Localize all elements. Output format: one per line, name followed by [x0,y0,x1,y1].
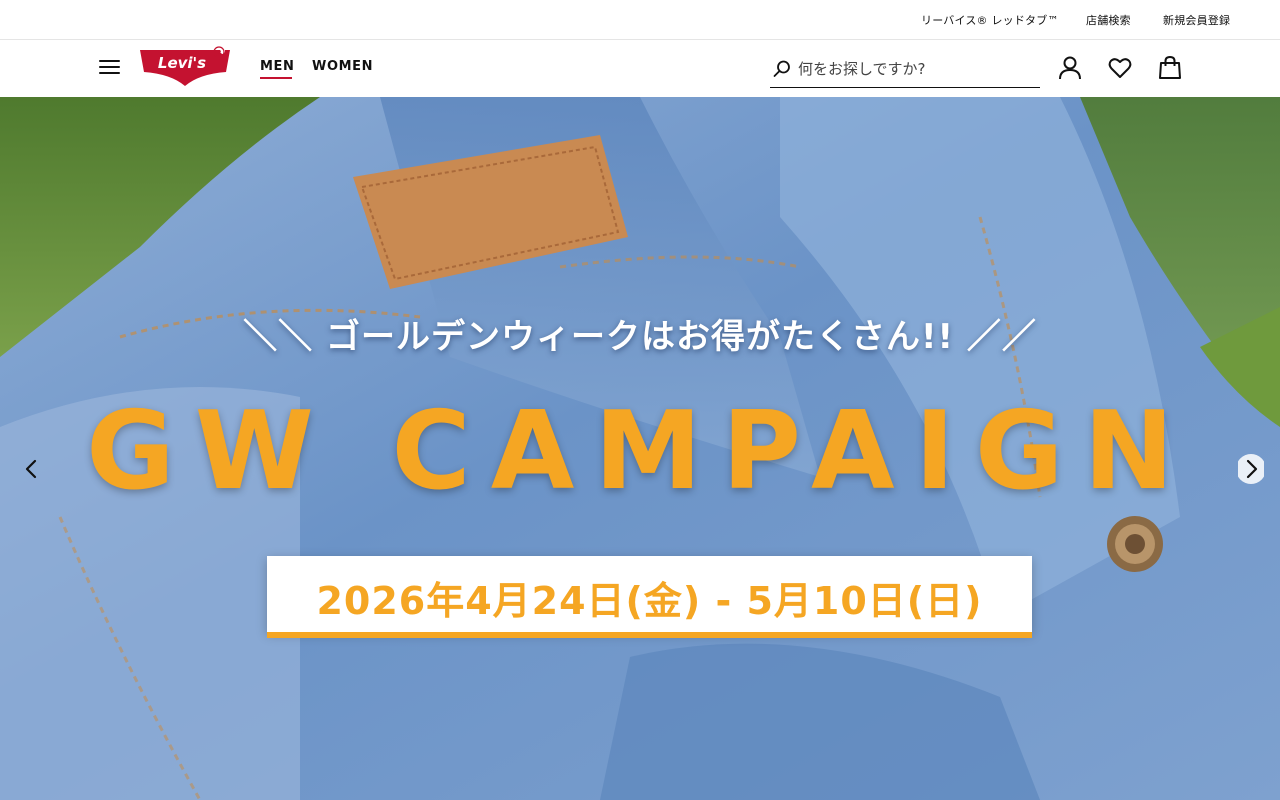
campaign-dates: 2026年4月24日(金) - 5月10日(日) [316,579,983,623]
hero-title: GW CAMPAIGN [86,389,1194,514]
active-nav-indicator [260,77,292,79]
main-header: Levi's R MEN WOMEN [0,40,1280,97]
search-bar [770,54,1040,88]
search-icon[interactable] [772,59,792,79]
chevron-left-icon[interactable] [18,453,44,485]
nav-women[interactable]: WOMEN [312,59,373,74]
wishlist-icon[interactable] [1107,54,1133,82]
store-locator-link[interactable]: 店舗検索 [1086,12,1131,28]
account-icon[interactable] [1057,54,1083,82]
search-input[interactable] [798,57,1036,81]
levis-logo[interactable]: Levi's R [139,46,231,88]
bag-icon[interactable] [1157,54,1183,82]
register-link[interactable]: 新規会員登録 [1163,12,1230,28]
red-tab-link[interactable]: リーバイス® レッドタブ™ [921,12,1059,28]
hero-banner[interactable]: ＼＼ ゴールデンウィークはお得がたくさん!! ／／ GW CAMPAIGN 20… [0,97,1280,800]
hero-subtitle: ＼＼ ゴールデンウィークはお得がたくさん!! ／／ [243,317,1037,357]
svg-text:R: R [216,49,222,57]
utility-bar: リーバイス® レッドタブ™ 店舗検索 新規会員登録 [0,0,1280,40]
campaign-date-box: 2026年4月24日(金) - 5月10日(日) [267,556,1032,632]
menu-icon[interactable] [99,58,121,76]
logo-wordmark: Levi's [158,54,206,72]
nav-men[interactable]: MEN [260,59,295,74]
chevron-right-icon[interactable] [1238,453,1264,485]
